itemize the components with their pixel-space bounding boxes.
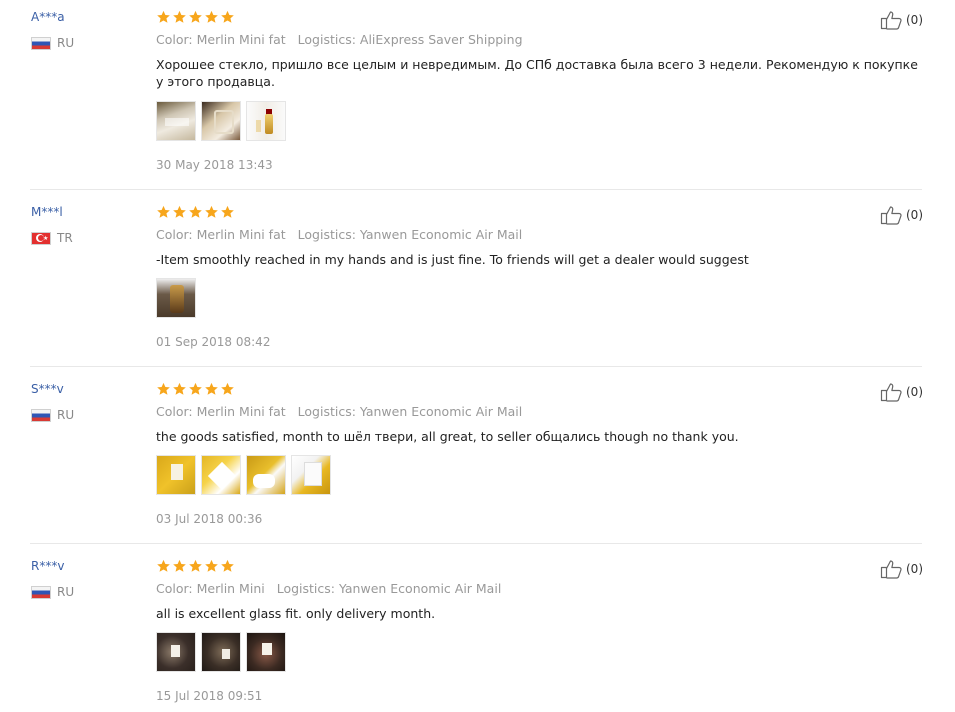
order-info: Color: Merlin Mini fat Logistics: Yanwen … [156,228,522,242]
star-icon [173,382,186,395]
order-info: Color: Merlin Mini Logistics: Yanwen Econ… [156,582,501,596]
color-option: Color: Merlin Mini fat [156,32,286,47]
star-icon [173,205,186,218]
color-option: Color: Merlin Mini fat [156,404,286,419]
logistics-info: Logistics: Yanwen Economic Air Mail [297,404,523,419]
review-divider [30,366,922,367]
review-photo[interactable] [156,278,196,318]
review-photo[interactable] [156,455,196,495]
helpful-count: (0) [906,562,923,576]
reviewer-name[interactable]: A***a [31,10,65,24]
reviewer-country: RU [31,585,74,599]
helpful-button[interactable]: (0) [880,559,923,579]
star-icon [157,559,170,572]
review-photos [156,632,286,672]
star-icon [189,382,202,395]
russia-flag-icon [31,585,51,599]
logistics-info: Logistics: Yanwen Economic Air Mail [276,581,502,596]
russia-flag-icon [31,36,51,50]
helpful-count: (0) [906,208,923,222]
review-text: Хорошее стекло, пришло все целым и невре… [156,57,918,89]
helpful-count: (0) [906,13,923,27]
star-icon [221,559,234,572]
review-photos [156,278,196,318]
thumbs-up-icon [880,383,902,402]
order-info: Color: Merlin Mini fat Logistics: AliExpr… [156,33,523,47]
star-icon [157,10,170,23]
country-code: TR [57,231,73,245]
reviewer-country: RU [31,36,74,50]
star-icon [173,10,186,23]
review-date: 03 Jul 2018 00:36 [156,512,263,526]
star-icon [173,559,186,572]
rating-stars [156,559,235,573]
review-photo[interactable] [291,455,331,495]
star-icon [221,10,234,23]
review-photo[interactable] [246,632,286,672]
country-code: RU [57,36,75,50]
star-icon [205,559,218,572]
logistics-info: Logistics: Yanwen Economic Air Mail [297,227,523,242]
review-divider [30,543,922,544]
review-photo[interactable] [156,101,196,141]
review-divider [30,189,922,190]
review-photos [156,455,331,495]
thumbs-up-icon [880,11,902,30]
star-icon [157,382,170,395]
helpful-button[interactable]: (0) [880,382,923,402]
thumbs-up-icon [880,560,902,579]
reviewer-country: RU [31,408,74,422]
helpful-count: (0) [906,385,923,399]
star-icon [221,382,234,395]
review-photo[interactable] [156,632,196,672]
review-text: -Item smoothly reached in my hands and i… [156,252,749,267]
russia-flag-icon [31,408,51,422]
rating-stars [156,205,235,219]
review-text: all is excellent glass fit. only deliver… [156,606,436,621]
color-option: Color: Merlin Mini fat [156,227,286,242]
review-photo[interactable] [201,632,241,672]
star-icon [205,10,218,23]
rating-stars [156,382,235,396]
turkey-flag-icon: ★ [31,231,51,245]
logistics-info: Logistics: AliExpress Saver Shipping [297,32,523,47]
reviewer-name[interactable]: S***v [31,382,64,396]
thumbs-up-icon [880,206,902,225]
star-icon [205,205,218,218]
review-date: 01 Sep 2018 08:42 [156,335,271,349]
reviewer-name[interactable]: R***v [31,559,64,573]
color-option: Color: Merlin Mini [156,581,265,596]
helpful-button[interactable]: (0) [880,10,923,30]
star-icon [221,205,234,218]
review-date: 30 May 2018 13:43 [156,158,273,172]
order-info: Color: Merlin Mini fat Logistics: Yanwen … [156,405,522,419]
star-icon [189,559,202,572]
review-photo[interactable] [201,455,241,495]
review-text: the goods satisfied, month to шёл твери,… [156,429,739,444]
rating-stars [156,10,235,24]
review-photo[interactable] [246,101,286,141]
helpful-button[interactable]: (0) [880,205,923,225]
review-date: 15 Jul 2018 09:51 [156,689,263,703]
star-icon [189,10,202,23]
review-photos [156,101,286,141]
star-icon [189,205,202,218]
review-photo[interactable] [246,455,286,495]
country-code: RU [57,408,75,422]
star-icon [157,205,170,218]
review-photo[interactable] [201,101,241,141]
country-code: RU [57,585,75,599]
reviewer-name[interactable]: M***l [31,205,63,219]
reviewer-country: ★ TR [31,231,73,245]
star-icon [205,382,218,395]
